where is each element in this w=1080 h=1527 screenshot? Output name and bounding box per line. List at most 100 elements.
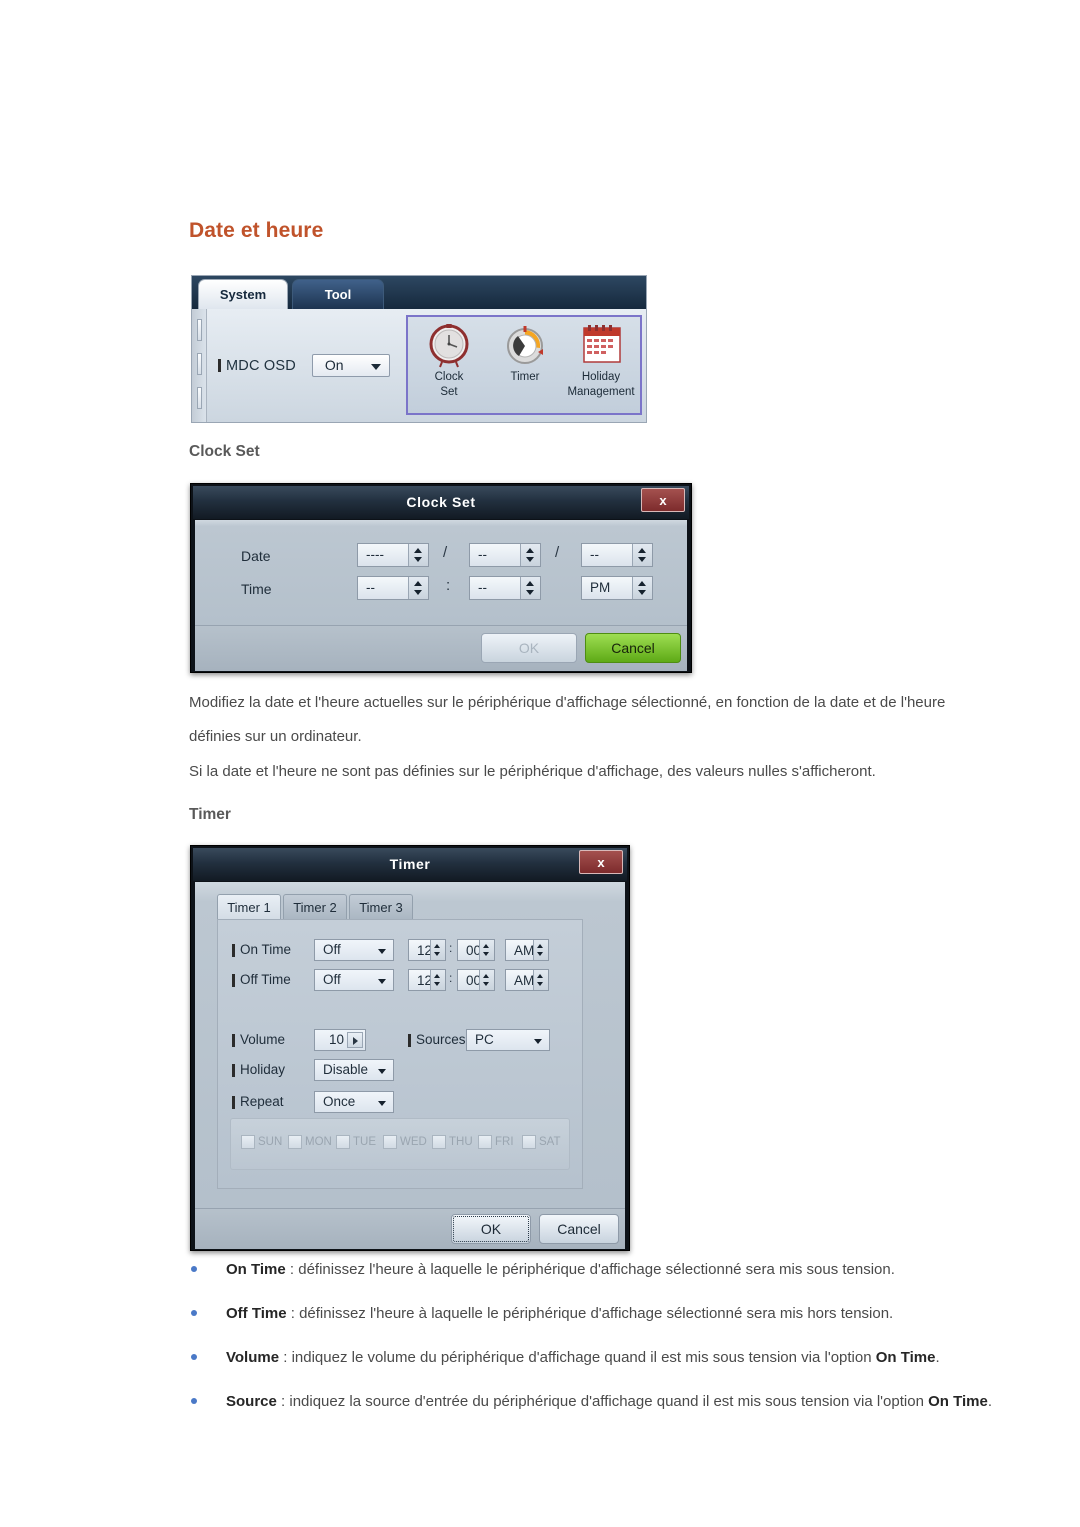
close-icon[interactable]: x xyxy=(641,488,685,512)
date-month-spinner[interactable]: -- xyxy=(469,543,541,567)
on-time-meridiem-spinner[interactable]: AM xyxy=(505,939,549,961)
time-meridiem-value: PM xyxy=(590,580,611,595)
clock-set-tile[interactable]: Clock Set xyxy=(412,322,486,399)
mdc-tab-system[interactable]: System xyxy=(198,279,288,309)
on-time-minute-spinner[interactable]: 00 xyxy=(457,939,495,961)
on-time-meridiem-value: AM xyxy=(514,943,535,958)
page-title: Date et heure xyxy=(189,219,324,242)
weekday-checkbox-tue[interactable]: TUE xyxy=(336,1135,376,1149)
mdc-tab-tool[interactable]: Tool xyxy=(292,279,384,309)
bullet-icon xyxy=(191,1266,197,1272)
holiday-management-icon xyxy=(564,322,638,369)
field-marker-icon xyxy=(218,359,221,372)
on-time-separator: : xyxy=(449,941,453,955)
spinner-arrows-icon[interactable] xyxy=(430,940,445,960)
time-hour-spinner[interactable]: -- xyxy=(357,576,429,600)
timer-dialog-title: Timer xyxy=(193,848,627,881)
paragraph-2: Si la date et l'heure ne sont pas défini… xyxy=(189,763,876,780)
timer-cancel-button[interactable]: Cancel xyxy=(539,1214,619,1244)
holiday-caption-line1: Holiday xyxy=(581,371,621,383)
weekday-checkbox-thu[interactable]: THU xyxy=(432,1135,473,1149)
sources-label: Sources xyxy=(416,1032,466,1047)
list-item-text: : indiquez la source d'entrée du périphé… xyxy=(276,1393,929,1410)
list-item-term-2: On Time xyxy=(875,1349,936,1366)
timer-dialog: Timer x Timer 1 Timer 2 Timer 3 On Time … xyxy=(190,845,630,1251)
tab-timer-2[interactable]: Timer 2 xyxy=(283,894,347,920)
spinner-arrows-icon[interactable] xyxy=(632,544,652,566)
timer-settings-panel: On Time Off 12 : 00 AM Off Time Off 12:… xyxy=(217,919,583,1189)
spinner-arrows-icon[interactable] xyxy=(479,940,494,960)
weekday-label-sat: SAT xyxy=(539,1136,561,1148)
mdc-osd-label: MDC OSD xyxy=(226,357,296,374)
spinner-arrows-icon[interactable] xyxy=(533,940,548,960)
close-icon[interactable]: x xyxy=(579,850,623,874)
checkbox-icon[interactable] xyxy=(288,1135,302,1149)
checkbox-icon[interactable] xyxy=(336,1135,350,1149)
section-heading-clock-set: Clock Set xyxy=(189,443,260,460)
list-item: Source : indiquez la source d'entrée du … xyxy=(189,1388,1009,1415)
list-item: On Time : définissez l'heure à laquelle … xyxy=(189,1256,1009,1283)
holiday-label: Holiday xyxy=(240,1062,286,1077)
spinner-arrows-icon[interactable] xyxy=(408,577,428,599)
off-time-mode-select[interactable]: Off xyxy=(314,969,394,991)
spinner-arrows-icon[interactable] xyxy=(632,577,652,599)
weekday-checkbox-mon[interactable]: MON xyxy=(288,1135,332,1149)
volume-stepper[interactable]: 10 xyxy=(314,1029,366,1051)
list-item-term-2: On Time xyxy=(928,1393,988,1410)
paragraph-1: Modifiez la date et l'heure actuelles su… xyxy=(189,694,946,745)
time-minute-spinner[interactable]: -- xyxy=(469,576,541,600)
timer-ok-button[interactable]: OK xyxy=(451,1214,531,1244)
checkbox-icon[interactable] xyxy=(383,1135,397,1149)
chevron-down-icon xyxy=(378,1101,386,1106)
list-item-term: Volume xyxy=(226,1349,280,1366)
off-time-mode-value: Off xyxy=(323,972,341,987)
weekday-checkbox-wed[interactable]: WED xyxy=(383,1135,427,1149)
off-time-hour-spinner[interactable]: 12 xyxy=(408,969,446,991)
off-time-meridiem-spinner[interactable]: AM xyxy=(505,969,549,991)
weekday-checkbox-sat[interactable]: SAT xyxy=(522,1135,561,1149)
chevron-down-icon xyxy=(370,364,381,370)
spinner-arrows-icon[interactable] xyxy=(520,544,540,566)
repeat-select[interactable]: Once xyxy=(314,1091,394,1113)
holiday-select[interactable]: Disable xyxy=(314,1059,394,1081)
list-item-term: Source xyxy=(226,1393,277,1410)
on-time-mode-select[interactable]: Off xyxy=(314,939,394,961)
checkbox-icon[interactable] xyxy=(241,1135,255,1149)
date-day-spinner[interactable]: -- xyxy=(581,543,653,567)
weekday-label-wed: WED xyxy=(400,1136,427,1148)
spinner-arrows-icon[interactable] xyxy=(533,970,548,990)
chevron-down-icon xyxy=(534,1039,542,1044)
volume-increase-icon[interactable] xyxy=(347,1032,363,1048)
date-day-value: -- xyxy=(590,547,599,562)
date-month-value: -- xyxy=(478,547,487,562)
tab-timer-3[interactable]: Timer 3 xyxy=(349,894,413,920)
clock-set-cancel-button[interactable]: Cancel xyxy=(585,633,681,663)
mdc-panel-body: MDC OSD On Clock Set Timer Holiday Manag… xyxy=(192,309,646,422)
clock-set-dialog-footer: OK Cancel xyxy=(195,625,687,671)
checkbox-icon[interactable] xyxy=(522,1135,536,1149)
bullet-icon xyxy=(191,1354,197,1360)
checkbox-icon[interactable] xyxy=(432,1135,446,1149)
list-item-term: Off Time xyxy=(226,1305,287,1322)
spinner-arrows-icon[interactable] xyxy=(479,970,494,990)
on-time-hour-spinner[interactable]: 12 xyxy=(408,939,446,961)
spinner-arrows-icon[interactable] xyxy=(520,577,540,599)
list-item-text-2: . xyxy=(987,1393,993,1410)
tab-timer-1[interactable]: Timer 1 xyxy=(217,894,281,920)
timer-dialog-body: Timer 1 Timer 2 Timer 3 On Time Off 12 : xyxy=(195,882,625,1208)
mdc-left-rail xyxy=(192,309,207,422)
list-item-text: : définissez l'heure à laquelle le périp… xyxy=(285,1261,895,1278)
spinner-arrows-icon[interactable] xyxy=(408,544,428,566)
weekday-checkbox-sun[interactable]: SUN xyxy=(241,1135,282,1149)
date-year-spinner[interactable]: ---- xyxy=(357,543,429,567)
spinner-arrows-icon[interactable] xyxy=(430,970,445,990)
off-time-minute-spinner[interactable]: 00 xyxy=(457,969,495,991)
sources-select[interactable]: PC xyxy=(466,1029,550,1051)
timer-tile[interactable]: Timer xyxy=(488,322,562,386)
holiday-management-tile[interactable]: Holiday Management xyxy=(564,322,638,399)
checkbox-icon[interactable] xyxy=(478,1135,492,1149)
time-meridiem-spinner[interactable]: PM xyxy=(581,576,653,600)
clock-set-ok-button[interactable]: OK xyxy=(481,633,577,663)
weekday-checkbox-fri[interactable]: FRI xyxy=(478,1135,514,1149)
mdc-osd-select[interactable]: On xyxy=(311,354,390,377)
